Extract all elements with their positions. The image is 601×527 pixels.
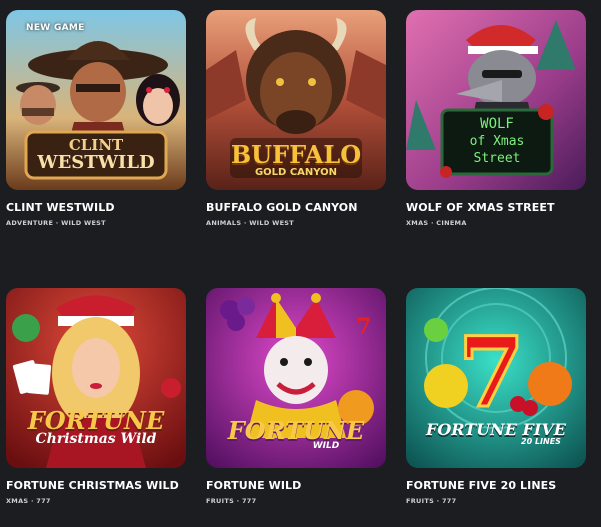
game-thumbnail[interactable]: BUFFALO GOLD CANYON: [206, 10, 386, 190]
game-logo-line1: WOLF: [480, 116, 514, 132]
game-tags: FRUITS · 777: [406, 497, 457, 505]
game-tags: XMAS · CINEMA: [406, 219, 467, 227]
game-thumbnail[interactable]: WOLF of Xmas Street: [406, 10, 586, 190]
game-logo-line2: WESTWILD: [37, 152, 155, 173]
game-logo-line2: of Xmas: [469, 134, 525, 149]
game-card-clint-westwild[interactable]: NEW GAME CLINT WESTWILD CLINT WESTWILD A…: [6, 10, 186, 227]
game-logo-line1: FORTUNE: [227, 416, 365, 445]
game-card-fortune-five-20-lines[interactable]: 7 FORTUNE FIVE 20 LINES FORTUNE FIVE 20 …: [406, 288, 586, 505]
game-card-fortune-christmas-wild[interactable]: FORTUNE Christmas Wild FORTUNE CHRISTMAS…: [6, 288, 186, 505]
game-tags: ADVENTURE · WILD WEST: [6, 219, 106, 227]
game-card-fortune-wild[interactable]: 7 FORTUNE WILD FORTUNE WILD FRUITS · 777: [206, 288, 386, 505]
game-thumbnail[interactable]: FORTUNE Christmas Wild: [6, 288, 186, 468]
game-thumbnail[interactable]: 7 FORTUNE WILD: [206, 288, 386, 468]
game-thumbnail[interactable]: NEW GAME CLINT WESTWILD: [6, 10, 186, 190]
game-tags: FRUITS · 777: [206, 497, 257, 505]
game-card-wolf-of-xmas-street[interactable]: WOLF of Xmas Street WOLF OF XMAS STREET …: [406, 10, 586, 227]
game-tags: ANIMALS · WILD WEST: [206, 219, 295, 227]
game-title[interactable]: BUFFALO GOLD CANYON: [206, 201, 386, 214]
svg-text:7: 7: [458, 316, 525, 429]
game-tags: XMAS · 777: [6, 497, 51, 505]
new-game-badge: NEW GAME: [26, 23, 85, 33]
game-title[interactable]: WOLF OF XMAS STREET: [406, 201, 586, 214]
svg-text:7: 7: [356, 314, 371, 340]
game-grid: NEW GAME CLINT WESTWILD CLINT WESTWILD A…: [0, 0, 601, 527]
game-title[interactable]: FORTUNE FIVE 20 LINES: [406, 479, 586, 492]
game-title[interactable]: FORTUNE WILD: [206, 479, 386, 492]
game-logo-line1: BUFFALO: [230, 140, 362, 169]
game-thumbnail[interactable]: 7 FORTUNE FIVE 20 LINES: [406, 288, 586, 468]
game-card-buffalo-gold-canyon[interactable]: BUFFALO GOLD CANYON BUFFALO GOLD CANYON …: [206, 10, 386, 227]
game-title[interactable]: CLINT WESTWILD: [6, 201, 186, 214]
game-title[interactable]: FORTUNE CHRISTMAS WILD: [6, 479, 186, 492]
game-logo-line3: Street: [473, 151, 521, 166]
